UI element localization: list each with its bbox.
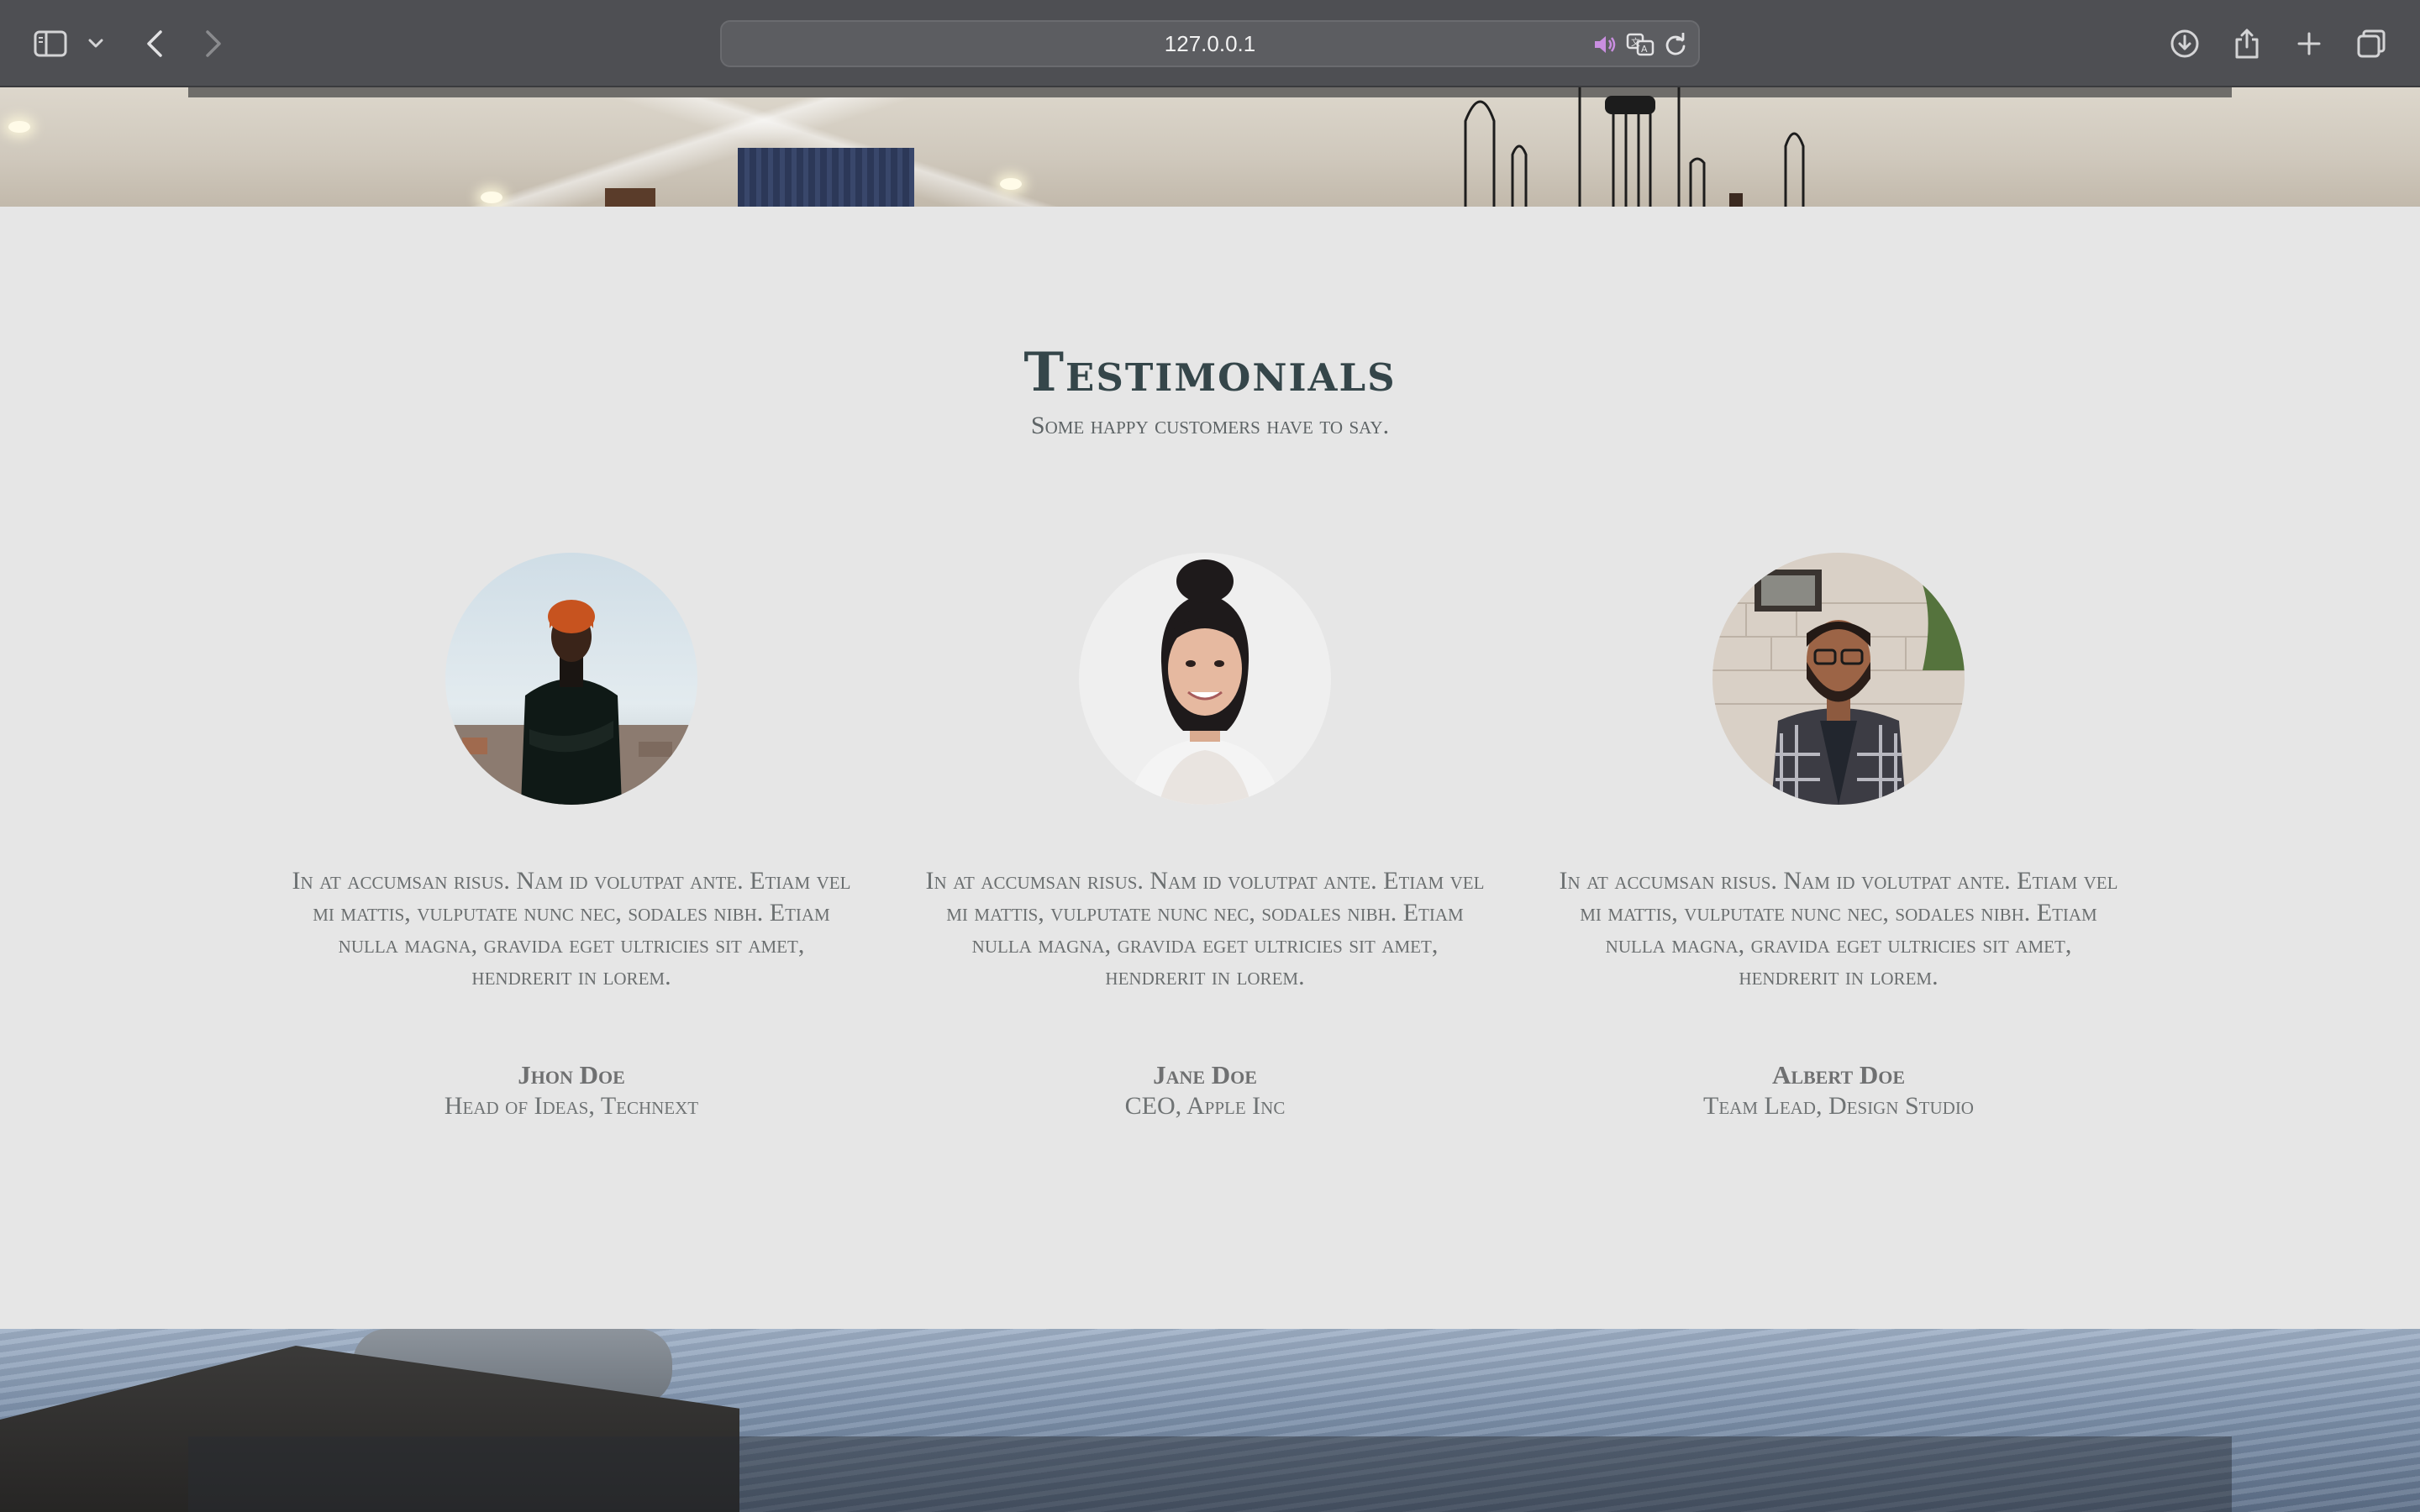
ceiling-light	[8, 121, 30, 133]
person-role: Team Lead, Design Studio	[1703, 1092, 1974, 1120]
chandelier	[1464, 87, 1805, 207]
reload-icon[interactable]	[1661, 30, 1690, 59]
testimonial-quote: In at accumsan risus. Nam id volutpat an…	[292, 867, 851, 990]
sidebar-icon	[34, 30, 67, 57]
chevron-down-icon	[88, 39, 103, 49]
hero-image-top	[0, 87, 2420, 207]
ceiling-light	[481, 192, 502, 203]
sidebar-menu-button[interactable]	[72, 18, 119, 69]
address-bar[interactable]: 127.0.0.1 文A	[720, 20, 1700, 67]
person-name: Jhon Doe	[518, 1060, 625, 1089]
testimonial-quote: In at accumsan risus. Nam id volutpat an…	[1559, 867, 2118, 990]
ceiling-lights	[0, 87, 2420, 207]
share-button[interactable]	[2222, 18, 2272, 69]
avatar	[445, 553, 697, 805]
section-title: Testimonials	[1023, 341, 1397, 404]
forward-button[interactable]	[188, 18, 239, 69]
chevron-right-icon	[204, 29, 223, 58]
testimonial-card: In at accumsan risus. Nam id volutpat an…	[919, 553, 1491, 1141]
person-name: Jane Doe	[1153, 1060, 1257, 1089]
testimonial-card: In at accumsan risus. Nam id volutpat an…	[286, 553, 857, 1141]
testimonial-quote: In at accumsan risus. Nam id volutpat an…	[925, 867, 1485, 990]
tab-overview-button[interactable]	[2346, 18, 2396, 69]
downloads-button[interactable]	[2160, 18, 2210, 69]
avatar	[1712, 553, 1965, 805]
section-subtitle: Some happy customers have to say.	[1030, 412, 1390, 439]
person-role: CEO, Apple Inc	[1124, 1092, 1286, 1120]
plus-icon	[2296, 31, 2322, 56]
download-icon	[2170, 29, 2200, 59]
svg-text:A: A	[1641, 44, 1648, 55]
svg-text:文: 文	[1631, 36, 1640, 48]
browser-toolbar: 127.0.0.1 文A	[0, 0, 2420, 87]
person-name: Albert Doe	[1771, 1060, 1906, 1089]
testimonial-card: In at accumsan risus. Nam id volutpat an…	[1553, 553, 2124, 1141]
tabs-overview-icon	[2356, 29, 2386, 59]
curtain	[738, 148, 914, 207]
content-overlay-panel	[188, 1436, 2232, 1512]
url-text: 127.0.0.1	[1164, 31, 1256, 56]
new-tab-button[interactable]	[2284, 18, 2334, 69]
avatar	[1079, 553, 1331, 805]
wood-beam	[605, 188, 655, 207]
share-icon	[2234, 28, 2260, 60]
testimonials-section: Testimonials Some happy customers have t…	[0, 207, 2420, 1329]
sidebar-toggle-button[interactable]	[25, 18, 76, 69]
speaker-icon[interactable]	[1591, 30, 1619, 59]
ceiling-light	[1000, 178, 1022, 190]
back-button[interactable]	[129, 18, 180, 69]
hero-image-bottom	[0, 1329, 2420, 1512]
chevron-left-icon	[145, 29, 164, 58]
translate-icon[interactable]: 文A	[1626, 30, 1655, 59]
header-overlay-band	[188, 87, 2232, 97]
person-role: Head of Ideas, Technext	[444, 1092, 699, 1120]
